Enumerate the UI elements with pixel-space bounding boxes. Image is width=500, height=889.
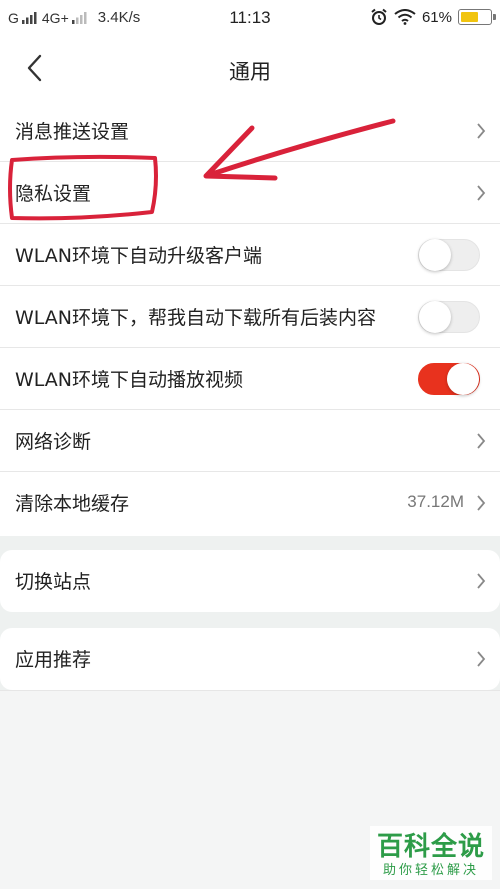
- settings-item-push[interactable]: 消息推送设置: [0, 100, 500, 162]
- settings-item-label: 网络诊断: [15, 431, 92, 453]
- auto-download-toggle[interactable]: [418, 301, 480, 333]
- navigation-bar: 通用: [0, 36, 500, 100]
- settings-item-label: 清除本地缓存: [15, 493, 130, 515]
- chevron-right-icon: [477, 185, 486, 201]
- page-title: 通用: [229, 60, 271, 84]
- settings-item-label: 隐私设置: [15, 183, 92, 205]
- settings-item-autoplay-video: WLAN环境下自动播放视频: [0, 348, 500, 410]
- watermark-main-text: 百科全说: [376, 832, 485, 862]
- toggle-knob: [419, 301, 451, 333]
- settings-item-label: 应用推荐: [15, 649, 92, 671]
- settings-item-privacy[interactable]: 隐私设置: [0, 162, 500, 224]
- status-right: 61%: [370, 8, 496, 26]
- chevron-right-icon: [477, 573, 486, 589]
- settings-item-label: WLAN环境下自动播放视频: [15, 369, 244, 391]
- toggle-knob: [419, 239, 451, 271]
- battery-level: [461, 12, 479, 22]
- battery-percent: 61%: [421, 8, 452, 26]
- watermark-logo: 百科全说 助你轻松解决: [370, 826, 492, 880]
- settings-item-label: 消息推送设置: [15, 121, 130, 143]
- toggle-knob: [447, 363, 479, 395]
- battery-icon: [458, 9, 496, 25]
- app-recommend-row[interactable]: 应用推荐: [0, 628, 500, 690]
- wifi-icon: [394, 9, 416, 25]
- cache-size-value: 37.12M: [407, 492, 464, 511]
- settings-item-switch-site[interactable]: 切换站点: [0, 550, 500, 612]
- chevron-right-icon: [477, 123, 486, 139]
- chevron-right-icon: [477, 651, 486, 667]
- settings-group-general: 消息推送设置 隐私设置 WLAN环境下自动升级客户端 WLAN环境下，帮我自动下…: [0, 100, 500, 536]
- watermark-sub-text: 助你轻松解决: [382, 863, 479, 878]
- switch-site-row[interactable]: 切换站点: [0, 550, 500, 612]
- alarm-icon: [371, 8, 387, 25]
- auto-upgrade-toggle[interactable]: [418, 239, 480, 271]
- settings-item-auto-upgrade: WLAN环境下自动升级客户端: [0, 224, 500, 286]
- settings-item-app-recommend[interactable]: 应用推荐: [0, 628, 500, 690]
- settings-item-clear-cache[interactable]: 清除本地缓存 37.12M: [0, 472, 500, 534]
- settings-item-auto-download: WLAN环境下，帮我自动下载所有后装内容: [0, 286, 500, 348]
- chevron-right-icon: [477, 433, 486, 449]
- status-bar: G 4G+ 3.4K/s 11:13 61%: [0, 0, 500, 36]
- settings-item-label: WLAN环境下自动升级客户端: [15, 245, 263, 267]
- settings-item-label: 切换站点: [15, 571, 92, 593]
- autoplay-video-toggle[interactable]: [418, 363, 480, 395]
- settings-item-network-diagnosis[interactable]: 网络诊断: [0, 410, 500, 472]
- settings-item-label: WLAN环境下，帮我自动下载所有后装内容: [15, 307, 377, 329]
- chevron-right-icon: [477, 495, 486, 511]
